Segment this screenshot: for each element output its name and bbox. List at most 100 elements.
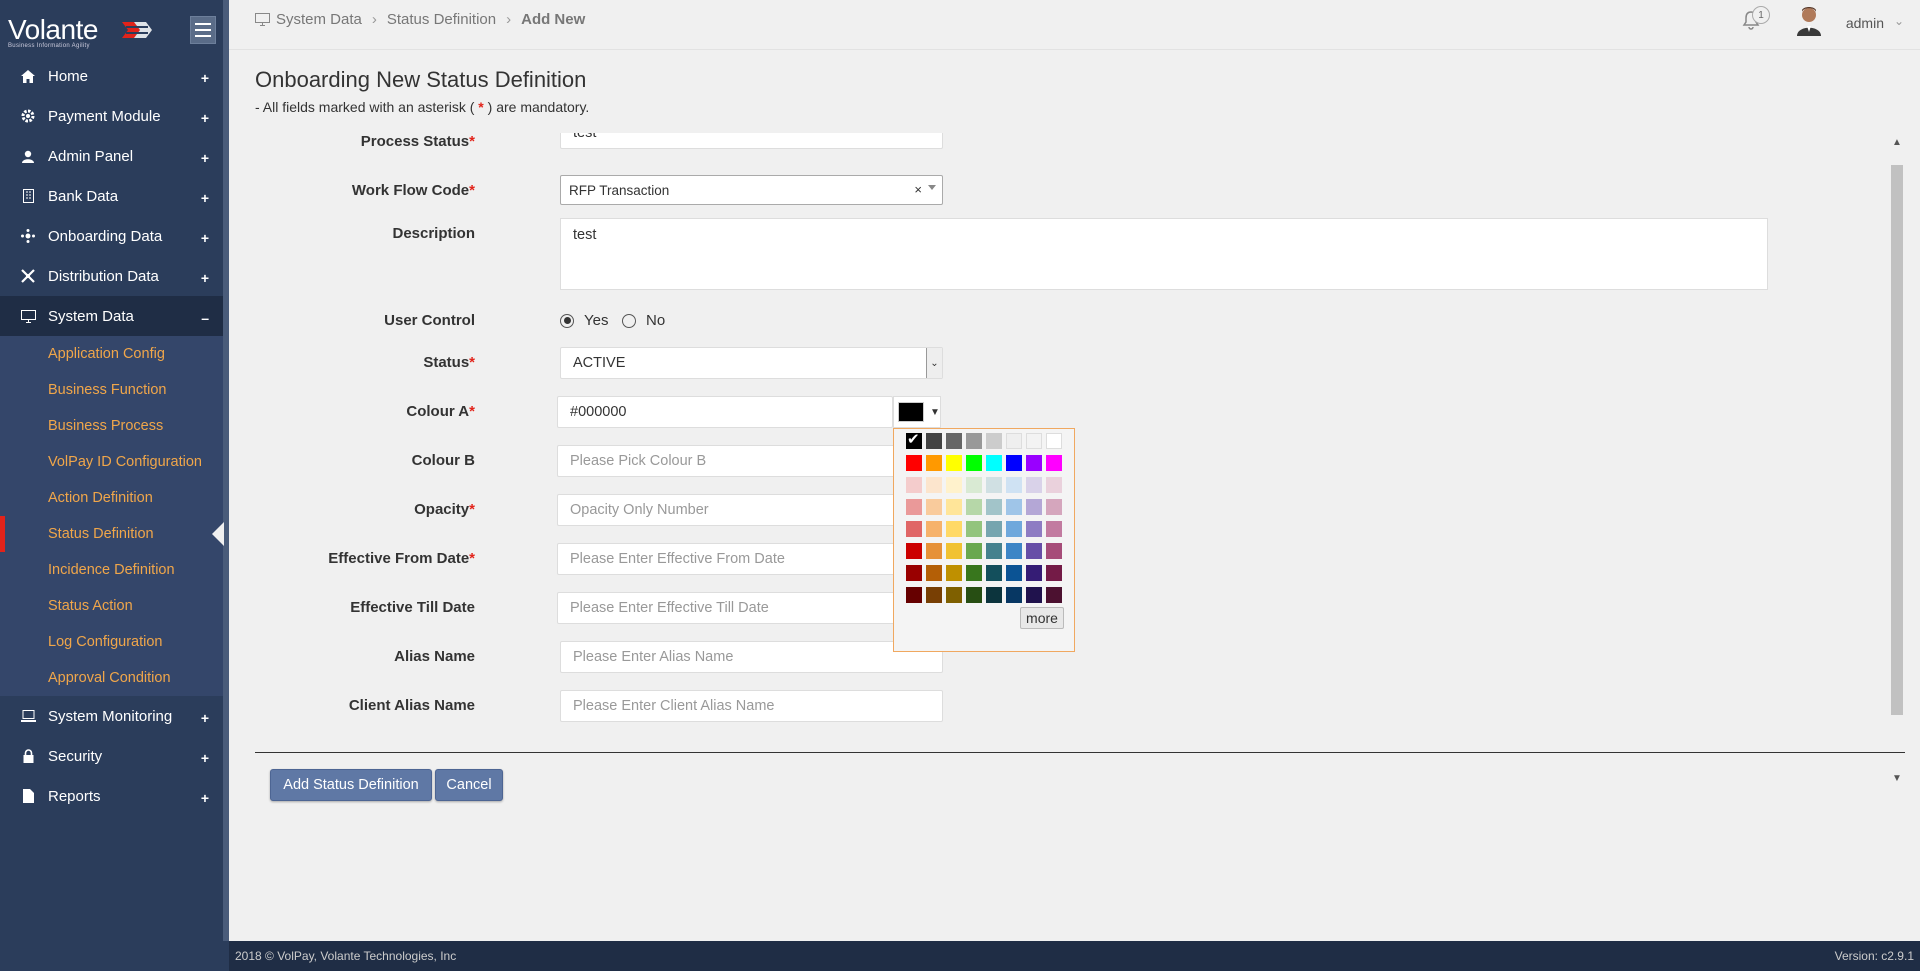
palette-swatch[interactable] [1006,587,1022,603]
palette-swatch[interactable] [1046,499,1062,515]
palette-swatch[interactable] [1026,543,1042,559]
expand-icon[interactable]: + [201,110,209,126]
sidebar-item-system-monitoring[interactable]: System Monitoring + [0,696,223,736]
palette-swatch[interactable] [1006,565,1022,581]
sidebar-item-bank-data[interactable]: Bank Data + [0,176,223,216]
palette-swatch[interactable] [1046,477,1062,493]
palette-swatch[interactable] [966,543,982,559]
palette-swatch[interactable] [986,499,1002,515]
add-status-definition-button[interactable]: Add Status Definition [270,769,432,801]
palette-swatch[interactable] [1046,565,1062,581]
palette-swatch[interactable] [1006,521,1022,537]
colour-a-picker-button[interactable]: ▼ [893,396,941,428]
palette-swatch[interactable] [946,477,962,493]
palette-swatch[interactable] [906,587,922,603]
palette-swatch[interactable] [966,587,982,603]
submenu-item-application-config[interactable]: Application Config [0,336,223,372]
expand-icon[interactable]: + [201,190,209,206]
sidebar-item-distribution-data[interactable]: Distribution Data + [0,256,223,296]
submenu-item-status-action[interactable]: Status Action [0,588,223,624]
expand-icon[interactable]: + [201,750,209,766]
expand-icon[interactable]: + [201,270,209,286]
palette-swatch[interactable] [966,565,982,581]
avatar[interactable] [1796,6,1822,36]
palette-swatch[interactable] [1006,543,1022,559]
sidebar-item-reports[interactable]: Reports + [0,776,223,816]
sidebar-item-payment-module[interactable]: Payment Module + [0,96,223,136]
palette-swatch[interactable] [926,477,942,493]
submenu-item-approval-condition[interactable]: Approval Condition [0,660,223,696]
palette-swatch[interactable] [1026,499,1042,515]
colour-b-input[interactable]: Please Pick Colour B [557,445,943,477]
status-select[interactable]: ACTIVE ⌄ [560,347,943,379]
palette-swatch[interactable] [966,477,982,493]
palette-swatch[interactable] [986,521,1002,537]
colour-a-input[interactable]: #000000 [557,396,893,428]
effective-from-input[interactable]: Please Enter Effective From Date [557,543,943,575]
palette-swatch[interactable] [946,455,962,471]
palette-swatch[interactable] [926,543,942,559]
opacity-input[interactable]: Opacity Only Number [557,494,943,526]
chevron-down-icon[interactable]: ⌄ [1894,14,1904,28]
palette-swatch[interactable] [926,433,942,449]
expand-icon[interactable]: + [201,150,209,166]
palette-swatch[interactable] [946,433,962,449]
palette-swatch[interactable] [946,521,962,537]
palette-swatch[interactable] [986,433,1002,449]
palette-swatch[interactable] [1026,565,1042,581]
menu-toggle-button[interactable] [190,16,216,44]
palette-swatch[interactable] [1046,455,1062,471]
palette-swatch[interactable] [906,543,922,559]
scroll-up-icon[interactable]: ▲ [1892,137,1902,148]
dropdown-arrow-icon[interactable] [928,185,936,190]
palette-swatch[interactable] [1026,521,1042,537]
palette-swatch[interactable] [906,565,922,581]
palette-swatch[interactable] [1026,455,1042,471]
clear-icon[interactable]: × [914,182,922,197]
palette-swatch[interactable] [1046,433,1062,449]
submenu-item-incidence-definition[interactable]: Incidence Definition [0,552,223,588]
palette-swatch[interactable] [1046,587,1062,603]
submenu-item-business-process[interactable]: Business Process [0,408,223,444]
cancel-button[interactable]: Cancel [435,769,503,801]
palette-swatch[interactable] [926,521,942,537]
submenu-item-volpay-id-configuration[interactable]: VolPay ID Configuration [0,444,223,480]
sidebar-item-security[interactable]: Security + [0,736,223,776]
volante-logo[interactable]: Volante Business Information Agility [8,14,98,49]
palette-swatch[interactable] [966,455,982,471]
palette-swatch[interactable] [926,499,942,515]
scroll-down-icon[interactable]: ▼ [1892,773,1902,784]
palette-swatch[interactable] [946,543,962,559]
palette-swatch[interactable] [926,587,942,603]
description-textarea[interactable]: test [560,218,1768,290]
palette-swatch[interactable] [926,565,942,581]
palette-swatch[interactable] [1046,521,1062,537]
effective-till-input[interactable]: Please Enter Effective Till Date [557,592,943,624]
submenu-item-action-definition[interactable]: Action Definition [0,480,223,516]
collapse-icon[interactable]: – [201,310,209,326]
sidebar-item-home[interactable]: Home + [0,56,223,96]
expand-icon[interactable]: + [201,70,209,86]
username[interactable]: admin [1846,15,1884,31]
palette-swatch[interactable] [1006,433,1022,449]
user-control-no-radio[interactable]: No [622,312,665,329]
palette-swatch[interactable] [986,455,1002,471]
work-flow-code-select[interactable]: RFP Transaction × [560,175,943,205]
palette-swatch[interactable] [926,455,942,471]
sidebar-item-system-data[interactable]: System Data – [0,296,223,336]
user-control-yes-radio[interactable]: Yes [560,312,608,329]
palette-swatch[interactable] [1026,433,1042,449]
palette-swatch[interactable] [1006,455,1022,471]
process-status-input[interactable]: test [560,133,943,149]
palette-swatch[interactable] [1006,499,1022,515]
sidebar-item-onboarding-data[interactable]: Onboarding Data + [0,216,223,256]
palette-swatch[interactable] [986,477,1002,493]
palette-swatch[interactable] [1046,543,1062,559]
palette-swatch[interactable] [986,587,1002,603]
palette-swatch[interactable] [986,543,1002,559]
client-alias-name-input[interactable]: Please Enter Client Alias Name [560,690,943,722]
palette-swatch[interactable] [906,455,922,471]
form-scroll-area[interactable]: Process Status* test Work Flow Code* RFP… [255,133,1905,788]
palette-more-button[interactable]: more [1020,607,1064,629]
breadcrumb-system-data[interactable]: System Data [276,11,362,28]
